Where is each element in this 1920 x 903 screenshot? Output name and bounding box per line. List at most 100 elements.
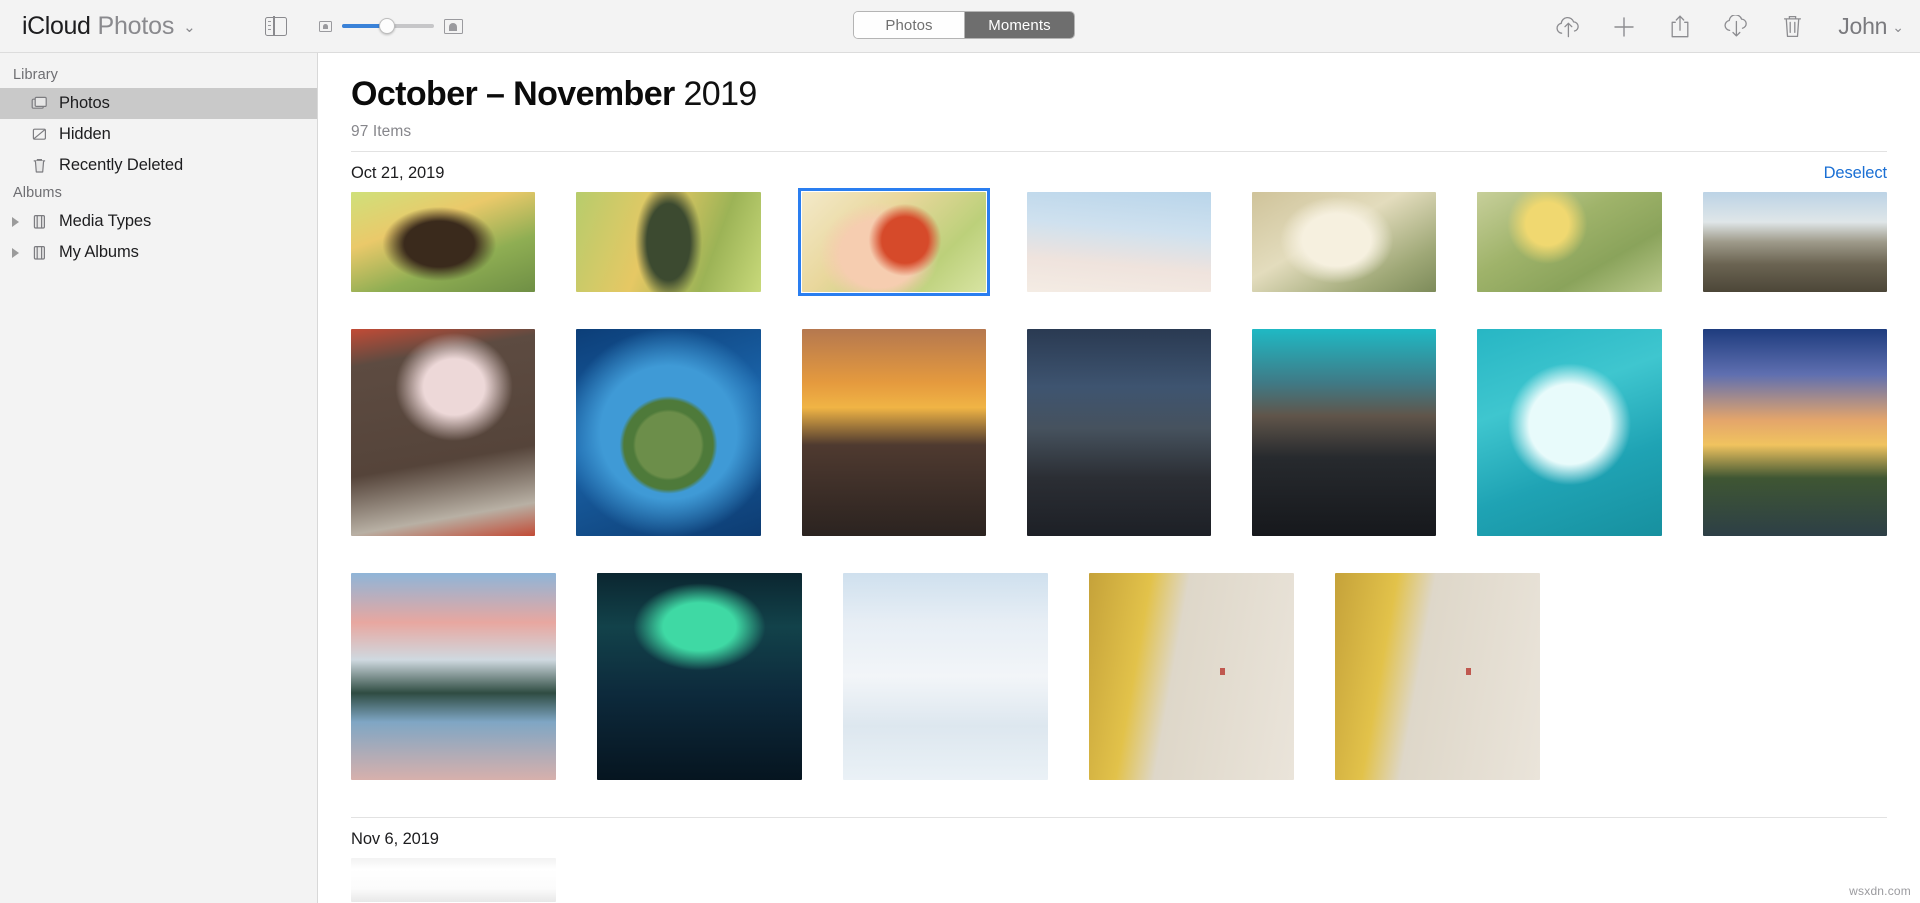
app-brand[interactable]: iCloud Photos ⌄ <box>22 12 196 41</box>
upload-icon[interactable] <box>1554 13 1582 41</box>
deselect-button[interactable]: Deselect <box>1824 164 1888 183</box>
sidebar-item-hidden[interactable]: Hidden <box>0 119 317 150</box>
photo-row <box>351 329 1887 536</box>
sidebar-item-label: Hidden <box>59 125 111 143</box>
disclosure-triangle-icon[interactable] <box>12 216 19 227</box>
photo-blossom-window[interactable] <box>351 329 536 536</box>
page-header: October – November 2019 97 Items <box>318 53 1920 141</box>
photo-macbook-desk[interactable] <box>351 858 556 902</box>
view-mode-segmented-control[interactable]: Photos Moments <box>853 11 1075 39</box>
album-icon <box>31 213 50 231</box>
sidebar-item-my-albums[interactable]: My Albums <box>0 237 317 268</box>
photo-snow-forest[interactable] <box>843 573 1048 780</box>
day-date-label: Oct 21, 2019 <box>351 164 445 182</box>
photo-teal-skyline[interactable] <box>1252 329 1437 536</box>
photo-row <box>351 858 1887 902</box>
hidden-icon <box>31 126 50 144</box>
share-icon[interactable] <box>1666 13 1694 41</box>
item-count-label: 97 Items <box>351 123 412 140</box>
photo-thumbnail <box>1477 329 1662 536</box>
photo-thumbnail <box>1335 573 1540 780</box>
plus-icon[interactable] <box>1610 13 1638 41</box>
photo-thumbnail <box>801 192 986 292</box>
sidebar-toggle-button[interactable] <box>264 15 287 37</box>
photo-thumbnail <box>1702 329 1887 536</box>
photo-eiffel-tower[interactable] <box>1702 329 1887 536</box>
sidebar-item-label: Recently Deleted <box>59 156 184 174</box>
photo-white-rose[interactable] <box>1252 192 1437 292</box>
photo-row <box>351 188 1887 296</box>
photo-row <box>351 573 1887 780</box>
sidebar-item-label: Photos <box>59 94 110 112</box>
app-body: Library Photos Hidden Recently Deleted A… <box>0 53 1920 903</box>
sidebar-item-recently-deleted[interactable]: Recently Deleted <box>0 150 317 181</box>
chevron-down-icon: ⌄ <box>1892 19 1904 35</box>
slider-thumb[interactable] <box>378 18 395 34</box>
photo-desert-road[interactable] <box>1702 192 1887 292</box>
day-date-label: Nov 6, 2019 <box>351 830 439 848</box>
page-title-year: 2019 <box>683 75 758 113</box>
sidebar-item-label: My Albums <box>59 243 139 261</box>
photo-thumbnail <box>1026 329 1212 536</box>
photos-icon <box>31 95 50 113</box>
photo-ginkgo-wall-b[interactable] <box>1335 573 1540 780</box>
photo-yellow-rose[interactable] <box>1477 192 1662 292</box>
photo-ginkgo-wall-a[interactable] <box>1089 573 1294 780</box>
photo-thumbnail <box>576 329 761 536</box>
day-header-oct-21: Oct 21, 2019 Deselect <box>318 152 1920 192</box>
slider-fill <box>341 24 385 28</box>
page-title: October – November 2019 <box>351 75 1920 114</box>
toolbar-actions: John ⌄ <box>1554 0 1904 53</box>
photo-tiny-planet[interactable] <box>576 329 761 536</box>
photo-thumbnail <box>1477 192 1662 292</box>
photo-aurora[interactable] <box>597 573 802 780</box>
user-menu[interactable]: John ⌄ <box>1838 13 1904 40</box>
photo-heart-island[interactable] <box>1477 329 1662 536</box>
sidebar-section-library: Library <box>13 67 59 83</box>
chevron-down-icon[interactable]: ⌄ <box>183 18 196 36</box>
photo-night-city-street[interactable] <box>1026 329 1212 536</box>
main-content: October – November 2019 97 Items Oct 21,… <box>318 53 1920 903</box>
trash-icon[interactable] <box>1778 13 1806 41</box>
photo-thumbnail <box>1252 329 1437 536</box>
photo-thumbnail <box>351 329 536 536</box>
photo-thumbnail <box>1089 573 1294 780</box>
photo-thumbnail <box>843 573 1048 780</box>
thumbnail-size-control[interactable] <box>318 18 463 34</box>
photo-thumbnail <box>576 192 761 292</box>
photo-pink-lake[interactable] <box>351 573 556 780</box>
sidebar-item-photos[interactable]: Photos <box>0 88 317 119</box>
large-thumbnail-icon <box>443 18 463 34</box>
watermark: wsxdn.com <box>1849 884 1911 898</box>
photo-grid-oct-21 <box>318 188 1920 780</box>
sidebar-section-albums: Albums <box>13 185 62 201</box>
tab-photos[interactable]: Photos <box>854 12 964 38</box>
photo-thumbnail <box>1026 192 1212 292</box>
photo-sunset-street[interactable] <box>801 329 986 536</box>
photo-autumn-shed[interactable] <box>351 192 536 292</box>
download-icon[interactable] <box>1722 13 1750 41</box>
brand-app-label: Photos <box>97 11 175 40</box>
thumbnail-size-slider[interactable] <box>341 18 434 34</box>
photo-soft-sky[interactable] <box>1026 192 1212 292</box>
sidebar: Library Photos Hidden Recently Deleted A… <box>0 53 318 903</box>
photo-maple-leaf-hand[interactable] <box>797 188 990 296</box>
trash-icon <box>31 157 50 175</box>
photo-thumbnail <box>351 858 556 902</box>
user-name-label: John <box>1838 13 1888 39</box>
photo-thumbnail <box>597 573 802 780</box>
sidebar-item-media-types[interactable]: Media Types <box>0 206 317 237</box>
photo-grid-nov-6 <box>318 858 1920 902</box>
day-header-nov-6: Nov 6, 2019 <box>318 818 1920 858</box>
photo-thumbnail <box>801 329 986 536</box>
tab-moments[interactable]: Moments <box>964 12 1074 38</box>
photo-ivy-tree[interactable] <box>576 192 761 292</box>
disclosure-triangle-icon[interactable] <box>12 247 19 258</box>
photo-thumbnail <box>351 573 556 780</box>
sidebar-item-label: Media Types <box>59 212 152 230</box>
page-title-range: October – November <box>351 75 675 113</box>
photo-thumbnail <box>1252 192 1437 292</box>
photo-thumbnail <box>351 192 536 292</box>
album-icon <box>31 244 50 262</box>
toolbar: iCloud Photos ⌄ Photos Moments John ⌄ <box>0 0 1920 53</box>
